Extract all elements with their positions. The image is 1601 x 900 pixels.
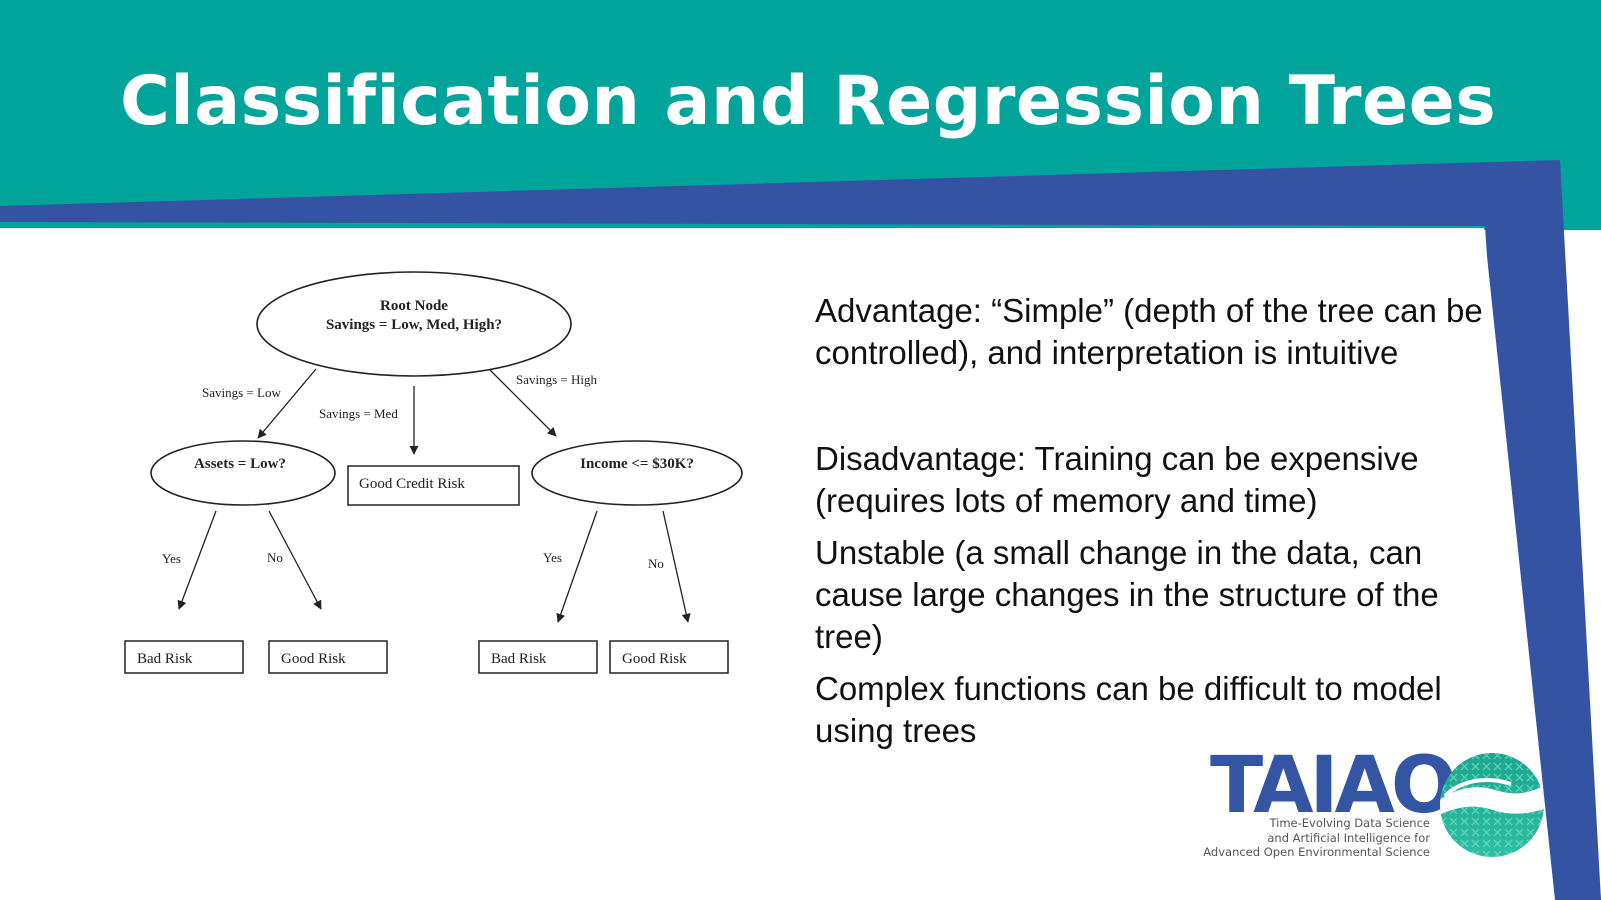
leaf-good-risk-2-label: Good Risk xyxy=(622,651,687,667)
edge-savings-low xyxy=(257,368,317,439)
label-savings-med: Savings = Med xyxy=(319,406,398,421)
taiao-tagline-line-3: Advanced Open Environmental Science xyxy=(1203,845,1430,859)
label-income-yes: Yes xyxy=(543,550,562,565)
income-node-label: Income <= $30K? xyxy=(580,456,694,472)
assets-node-ellipse xyxy=(150,440,336,506)
label-assets-no: No xyxy=(267,550,283,565)
bullet-disadvantage: Disadvantage: Training can be expensive … xyxy=(815,440,1419,519)
edge-assets-yes xyxy=(177,510,217,610)
label-savings-low: Savings = Low xyxy=(202,385,281,400)
taiao-logo: TAIAO Time-Evolving Data Science and Art… xyxy=(1200,741,1580,868)
slide-title: Classification and Regression Trees xyxy=(120,62,1497,141)
leaf-good-risk-1-label: Good Risk xyxy=(281,651,346,667)
bullet-list: Advantage: “Simple” (depth of the tree c… xyxy=(815,290,1495,762)
income-node-ellipse xyxy=(531,440,743,506)
root-node-title: Root Node xyxy=(380,298,448,314)
taiao-wordmark: TAIAO xyxy=(1210,741,1457,831)
assets-node-label: Assets = Low? xyxy=(194,456,286,472)
decision-tree-diagram: Root Node Savings = Low, Med, High? Savi… xyxy=(124,271,743,674)
taiao-tagline-line-2: and Artificial Intelligence for xyxy=(1267,830,1430,845)
edge-income-yes xyxy=(556,510,598,623)
root-node-question: Savings = Low, Med, High? xyxy=(326,317,502,333)
label-assets-yes: Yes xyxy=(162,551,181,566)
taiao-tagline-line-1: Time-Evolving Data Science xyxy=(1269,816,1430,830)
good-credit-risk-label: Good Credit Risk xyxy=(359,476,465,492)
bullet-complex-functions: Complex functions can be difficult to mo… xyxy=(815,670,1442,749)
leaf-bad-risk-2-label: Bad Risk xyxy=(491,651,547,667)
taiao-tagline: Time-Evolving Data Science and Artificia… xyxy=(1190,816,1430,860)
label-income-no: No xyxy=(648,556,664,571)
leaf-bad-risk-1-label: Bad Risk xyxy=(137,651,193,667)
bullet-advantage: Advantage: “Simple” (depth of the tree c… xyxy=(815,292,1483,371)
bullet-unstable: Unstable (a small change in the data, ca… xyxy=(815,534,1439,655)
edge-income-no xyxy=(662,510,691,623)
label-savings-high: Savings = High xyxy=(516,372,598,387)
globe-wave-icon xyxy=(1440,753,1544,857)
